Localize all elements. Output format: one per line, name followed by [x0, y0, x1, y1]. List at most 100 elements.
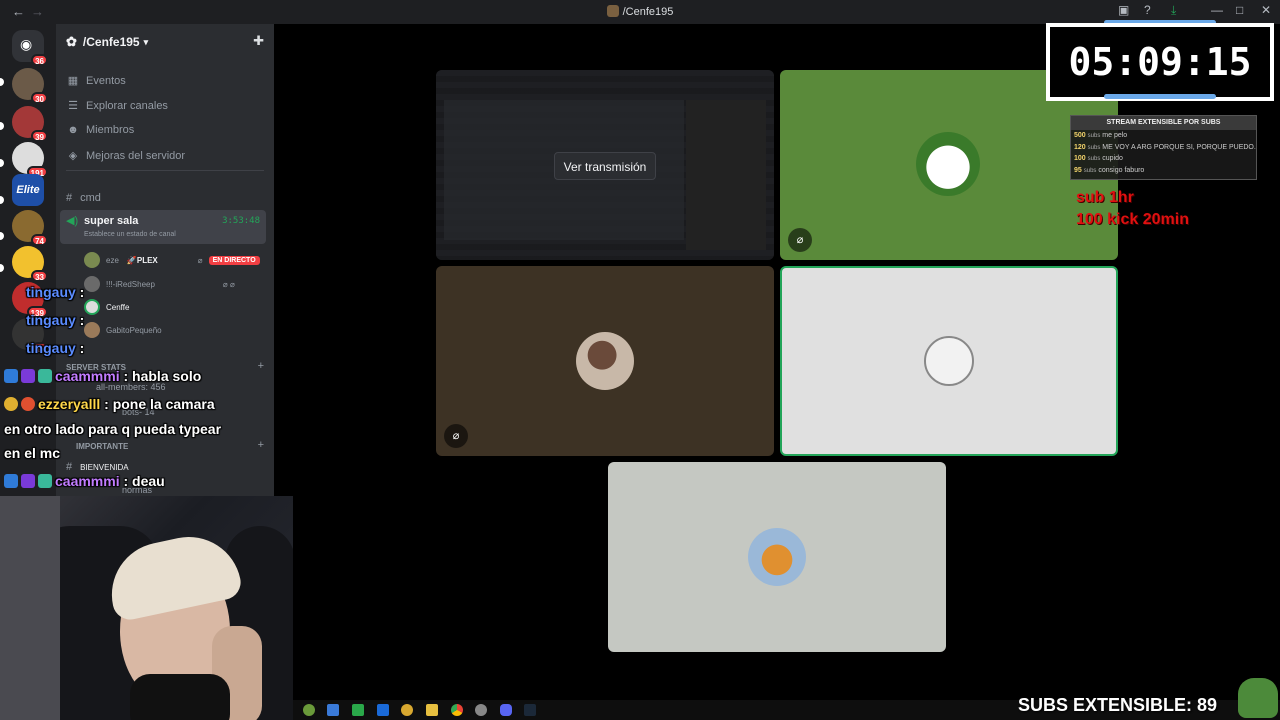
divider: [66, 170, 264, 171]
app-icon[interactable]: [401, 704, 413, 716]
channel-label: cmd: [80, 192, 101, 204]
voice-timer: 3:53:48: [222, 216, 260, 226]
chrome-icon[interactable]: [451, 704, 463, 716]
channel-bienvenida[interactable]: # BIENVENIDA: [66, 461, 129, 473]
badge-icon: [38, 369, 52, 383]
avatar: [576, 332, 634, 390]
maximize-icon[interactable]: □: [1236, 3, 1243, 17]
unread-indicator: [0, 232, 4, 240]
server-name: /Cenfe195: [82, 35, 140, 49]
chat-message: en otro lado para q pueda typear: [4, 421, 221, 437]
chat-message: tingauy :: [4, 340, 84, 356]
countdown-timer: 05:09:15: [1046, 23, 1274, 101]
chat-text: : habla solo: [123, 368, 202, 384]
elite-server-icon[interactable]: Elite: [12, 174, 44, 206]
discord-icon[interactable]: [500, 704, 512, 716]
server-icon-2[interactable]: 39: [12, 106, 48, 142]
participant-tile-3[interactable]: [608, 462, 946, 652]
voice-user-name: GabitoPequeño: [106, 325, 162, 335]
chat-message: tingauy :: [4, 284, 84, 300]
badge-icon: [21, 397, 35, 411]
chat-message: tingauy :: [4, 312, 84, 328]
app-icon[interactable]: [377, 704, 389, 716]
chat-user: tingauy: [26, 284, 76, 300]
boost-icon: ◈: [68, 150, 78, 162]
unread-indicator: [0, 196, 4, 204]
unread-indicator: [0, 159, 4, 167]
voice-user[interactable]: eze 🚀 PLEX ⌀ EN DIRECTO: [84, 252, 260, 268]
door: [0, 496, 60, 720]
download-icon[interactable]: ⤓: [1171, 3, 1176, 18]
voice-user[interactable]: !!!-iRedSheep ⌀ ⌀: [84, 276, 235, 292]
inbox-icon[interactable]: ▣: [1118, 3, 1129, 17]
nav-label: Mejoras del servidor: [86, 149, 186, 162]
nav-mejoras[interactable]: ◈ Mejoras del servidor: [66, 149, 186, 163]
avatar: [84, 276, 100, 292]
watch-stream-button[interactable]: Ver transmisión: [554, 152, 656, 180]
participant-tile-2[interactable]: ⌀: [436, 266, 774, 456]
minimize-icon[interactable]: —: [1211, 3, 1223, 17]
voice-user-name: Cenffe: [106, 302, 130, 312]
subs-table-title: STREAM EXTENSIBLE POR SUBS: [1071, 116, 1256, 130]
participant-tile-speaking[interactable]: [780, 266, 1118, 456]
mic-muted-icon: ⌀: [197, 255, 203, 265]
nav-eventos[interactable]: ▦ Eventos: [66, 74, 126, 88]
badge-icon: [4, 474, 18, 488]
server-header[interactable]: ✿ /Cenfe195 ▾: [56, 24, 274, 60]
discord-home-icon[interactable]: ◉ 36: [12, 30, 48, 66]
app-icon[interactable]: [352, 704, 364, 716]
mic-muted-icon: ⌀: [788, 228, 812, 252]
deafened-icon: ⌀: [444, 424, 468, 448]
app-icon[interactable]: [327, 704, 339, 716]
unread-indicator: [0, 122, 4, 130]
voice-user-name: eze: [106, 255, 119, 265]
folder-icon[interactable]: [426, 704, 438, 716]
notification-badge: 30: [31, 92, 48, 104]
nav-label: Explorar canales: [86, 99, 168, 112]
add-person-icon[interactable]: ✚: [253, 33, 264, 49]
subs-unit: subs: [1087, 156, 1101, 162]
close-icon[interactable]: ✕: [1261, 3, 1271, 17]
server-icon-3[interactable]: 191: [12, 142, 48, 178]
server-icon-1[interactable]: 30: [12, 68, 48, 104]
sub-rule-text: sub 1hr: [1076, 189, 1134, 206]
avatar: [924, 336, 974, 386]
speaker-icon: ◀): [66, 215, 79, 227]
notification-badge: 39: [31, 130, 48, 142]
subs-goal: cupido: [1102, 155, 1123, 162]
channel-cmd[interactable]: # cmd: [66, 192, 101, 204]
server-badge-icon: ✿: [66, 34, 77, 49]
voice-user[interactable]: GabitoPequeño: [84, 322, 162, 338]
add-channel-icon[interactable]: +: [258, 360, 264, 372]
server-icon-5[interactable]: 74: [12, 210, 48, 246]
nav-label: Eventos: [86, 74, 126, 87]
add-channel-icon[interactable]: +: [258, 439, 264, 451]
category-importante[interactable]: IMPORTANTE: [76, 442, 128, 451]
subs-unit: subs: [1087, 133, 1101, 139]
channel-status[interactable]: Establece un estado de canal: [84, 231, 176, 238]
voice-channel-super-sala[interactable]: ◀) super sala 3:53:48 Establece un estad…: [60, 210, 266, 244]
shirt: [130, 674, 230, 720]
subs-goal-table: STREAM EXTENSIBLE POR SUBS 500 subs me p…: [1070, 115, 1257, 180]
voice-user[interactable]: Cenffe: [84, 299, 129, 315]
server-icon-6[interactable]: 33: [12, 246, 48, 282]
notification-badge: 36: [31, 54, 48, 66]
kick-rule-text: 100 kick 20min: [1076, 211, 1189, 228]
app-icon[interactable]: [303, 704, 315, 716]
list-icon: ☰: [68, 100, 78, 112]
live-badge: EN DIRECTO: [208, 255, 260, 265]
unread-indicator: [0, 264, 4, 272]
nav-explorar-canales[interactable]: ☰ Explorar canales: [66, 99, 168, 113]
subs-row: 500 subs me pelo: [1071, 130, 1256, 142]
steam-icon[interactable]: [524, 704, 536, 716]
subs-goal: consigo faburo: [1098, 166, 1145, 174]
webcam-feed: [0, 496, 293, 720]
chat-text: :: [79, 312, 85, 328]
notification-badge: 74: [31, 234, 48, 246]
badge-icon: [4, 397, 18, 411]
help-icon[interactable]: ?: [1144, 3, 1151, 17]
nav-miembros[interactable]: ☻ Miembros: [66, 124, 134, 136]
app-icon[interactable]: [475, 704, 487, 716]
subs-count: 100: [1074, 155, 1086, 162]
avatar: [84, 252, 100, 268]
